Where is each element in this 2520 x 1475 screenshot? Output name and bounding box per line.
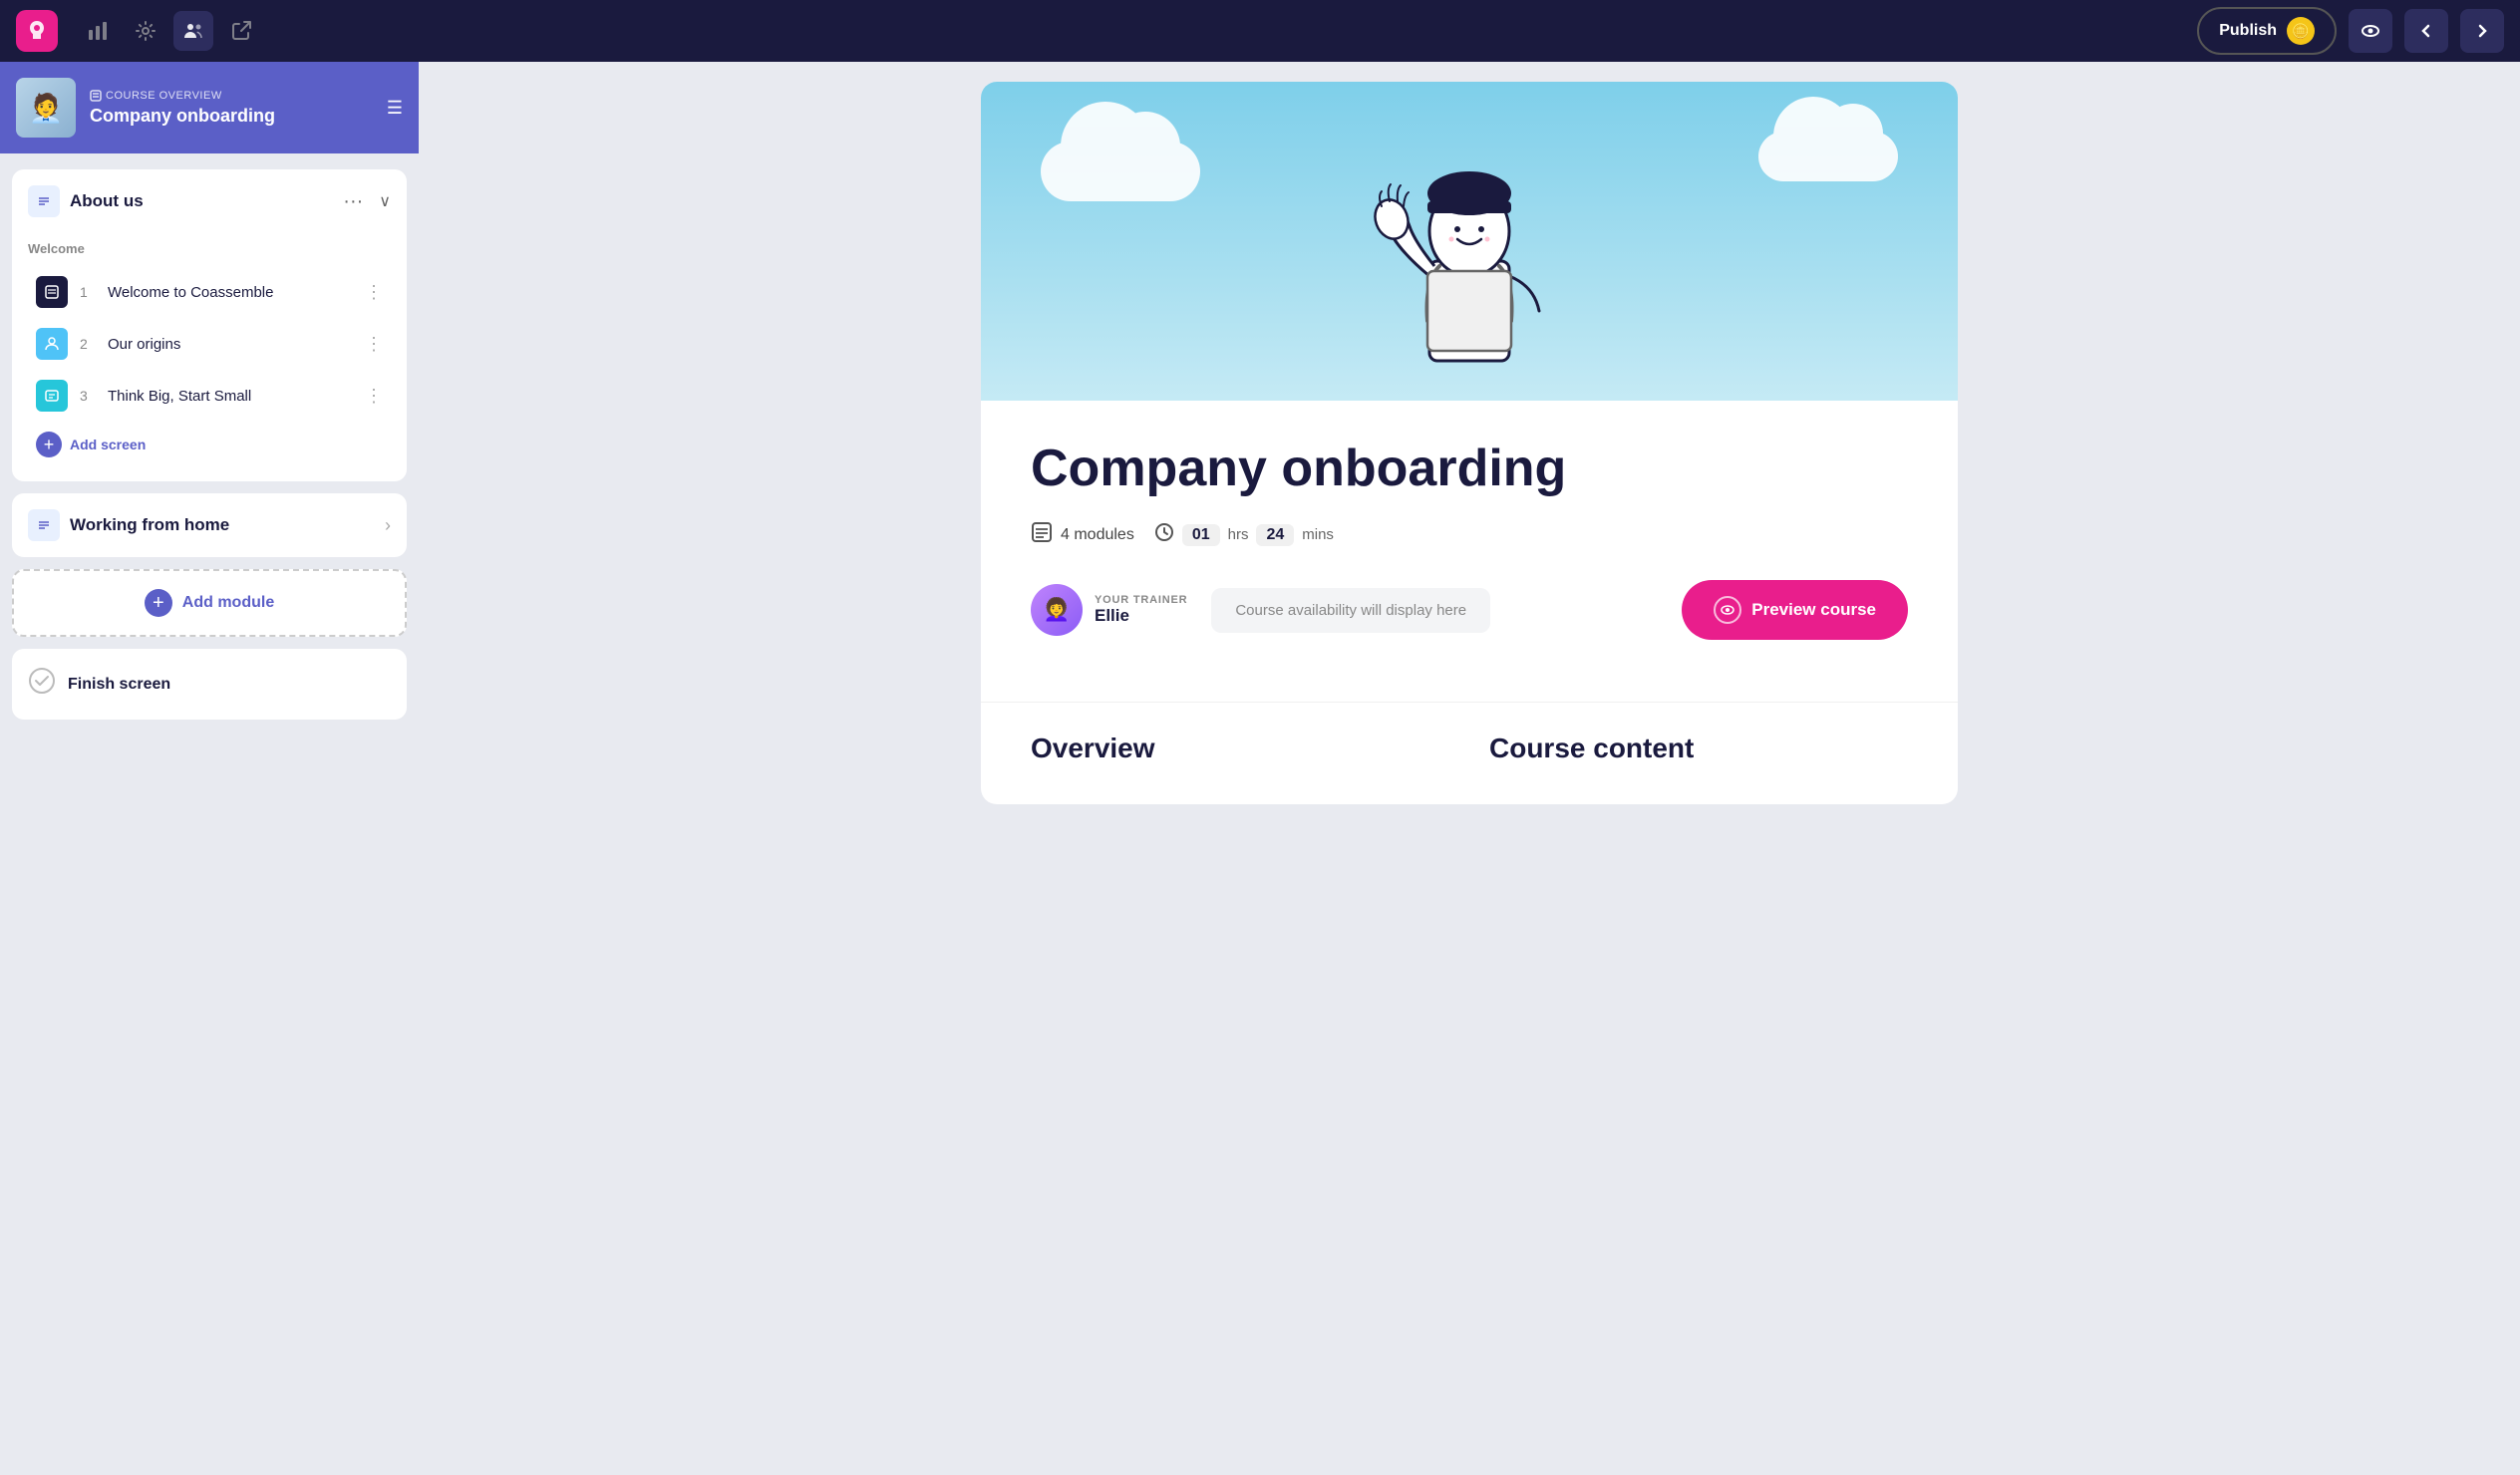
trainer-row: 👩‍🦱 YOUR TRAINER Ellie Course availabili… — [1031, 580, 1908, 640]
add-module-icon: + — [145, 589, 172, 617]
course-card: Company onboarding 4 modules — [981, 82, 1958, 804]
settings-button[interactable] — [126, 11, 165, 51]
screen-2-more-button[interactable]: ⋮ — [365, 334, 383, 355]
about-us-more-button[interactable]: ··· — [337, 190, 369, 213]
forward-button[interactable] — [2460, 9, 2504, 53]
people-button[interactable] — [173, 11, 213, 51]
publish-label: Publish — [2219, 22, 2277, 40]
screen-3-more-button[interactable]: ⋮ — [365, 386, 383, 407]
main-content: Company onboarding 4 modules — [419, 62, 2520, 1475]
course-menu-button[interactable]: ☰ — [387, 98, 403, 119]
course-main-title: Company onboarding — [1031, 441, 1908, 497]
hero-image — [981, 82, 1958, 401]
about-us-icon — [28, 185, 60, 217]
welcome-label: Welcome — [28, 233, 391, 266]
add-screen-button[interactable]: + Add screen — [28, 422, 154, 473]
screen-1-icon — [36, 276, 68, 308]
screen-2-num: 2 — [80, 336, 96, 352]
clock-icon — [1154, 522, 1174, 547]
course-header-card: 🧑‍💼 COURSE OVERVIEW Company onboarding ☰ — [0, 62, 419, 153]
share-button[interactable] — [221, 11, 261, 51]
course-meta: 4 modules 01 hrs 24 mins — [1031, 521, 1908, 548]
wfh-icon — [28, 509, 60, 541]
trainer-avatar: 👩‍🦱 — [1031, 584, 1083, 636]
course-content-title: Course content — [1489, 733, 1908, 764]
welcome-section: Welcome 1 Welcome to Coassemble ⋮ 2 Our … — [12, 233, 407, 481]
screen-item-2[interactable]: 2 Our origins ⋮ — [28, 318, 391, 370]
cloud-right-icon — [1758, 132, 1898, 181]
screen-1-more-button[interactable]: ⋮ — [365, 282, 383, 303]
nav-icons — [78, 11, 261, 51]
mins-label: mins — [1302, 526, 1334, 543]
top-nav: Publish 🪙 — [0, 0, 2520, 62]
about-us-title: About us — [70, 191, 327, 211]
screen-item-1[interactable]: 1 Welcome to Coassemble ⋮ — [28, 266, 391, 318]
modules-count: 4 modules — [1061, 526, 1134, 544]
back-button[interactable] — [2404, 9, 2448, 53]
course-overview-label: COURSE OVERVIEW — [90, 90, 373, 102]
trainer-label: YOUR TRAINER — [1095, 594, 1187, 606]
modules-meta: 4 modules — [1031, 521, 1134, 548]
availability-box: Course availability will display here — [1211, 588, 1490, 633]
screen-1-num: 1 — [80, 284, 96, 300]
analytics-button[interactable] — [78, 11, 118, 51]
screen-1-name: Welcome to Coassemble — [108, 284, 353, 301]
duration-mins: 24 — [1256, 524, 1294, 546]
trainer-info: 👩‍🦱 YOUR TRAINER Ellie — [1031, 584, 1187, 636]
course-header-info: COURSE OVERVIEW Company onboarding — [90, 90, 373, 127]
screen-3-num: 3 — [80, 388, 96, 404]
publish-coin-icon: 🪙 — [2287, 17, 2315, 45]
working-from-home-module[interactable]: Working from home › — [12, 493, 407, 557]
preview-eye-icon — [1714, 596, 1741, 624]
course-info: Company onboarding 4 modules — [981, 401, 1958, 702]
duration-meta: 01 hrs 24 mins — [1154, 522, 1334, 547]
screen-3-icon — [36, 380, 68, 412]
finish-icon — [28, 667, 56, 702]
course-title: Company onboarding — [90, 106, 373, 127]
publish-button[interactable]: Publish 🪙 — [2197, 7, 2337, 55]
preview-button[interactable] — [2349, 9, 2392, 53]
character-illustration — [1340, 122, 1599, 401]
add-screen-icon: + — [36, 432, 62, 457]
screen-2-icon — [36, 328, 68, 360]
finish-screen-label: Finish screen — [68, 676, 170, 694]
trainer-name: Ellie — [1095, 606, 1187, 626]
course-thumbnail: 🧑‍💼 — [16, 78, 76, 138]
cloud-left-icon — [1041, 142, 1200, 201]
sidebar: 🧑‍💼 COURSE OVERVIEW Company onboarding ☰ — [0, 62, 419, 1475]
about-us-chevron-icon[interactable]: ∨ — [379, 191, 391, 211]
wfh-chevron-icon: › — [385, 515, 391, 536]
screen-3-name: Think Big, Start Small — [108, 388, 353, 405]
overview-title: Overview — [1031, 733, 1449, 764]
modules-icon — [1031, 521, 1053, 548]
wfh-title: Working from home — [70, 515, 375, 535]
finish-screen-button[interactable]: Finish screen — [12, 649, 407, 720]
about-us-header[interactable]: About us ··· ∨ — [12, 169, 407, 233]
preview-label: Preview course — [1751, 600, 1876, 620]
app-logo[interactable] — [16, 10, 58, 52]
hrs-label: hrs — [1228, 526, 1249, 543]
overview-section: Overview Course content — [981, 702, 1958, 804]
screen-item-3[interactable]: 3 Think Big, Start Small ⋮ — [28, 370, 391, 422]
screen-2-name: Our origins — [108, 336, 353, 353]
add-module-label: Add module — [182, 594, 274, 612]
add-module-button[interactable]: + Add module — [12, 569, 407, 637]
about-us-module: About us ··· ∨ Welcome 1 Welcome to Coas… — [12, 169, 407, 481]
duration-hours: 01 — [1182, 524, 1220, 546]
preview-course-button[interactable]: Preview course — [1682, 580, 1908, 640]
add-screen-label: Add screen — [70, 437, 146, 452]
